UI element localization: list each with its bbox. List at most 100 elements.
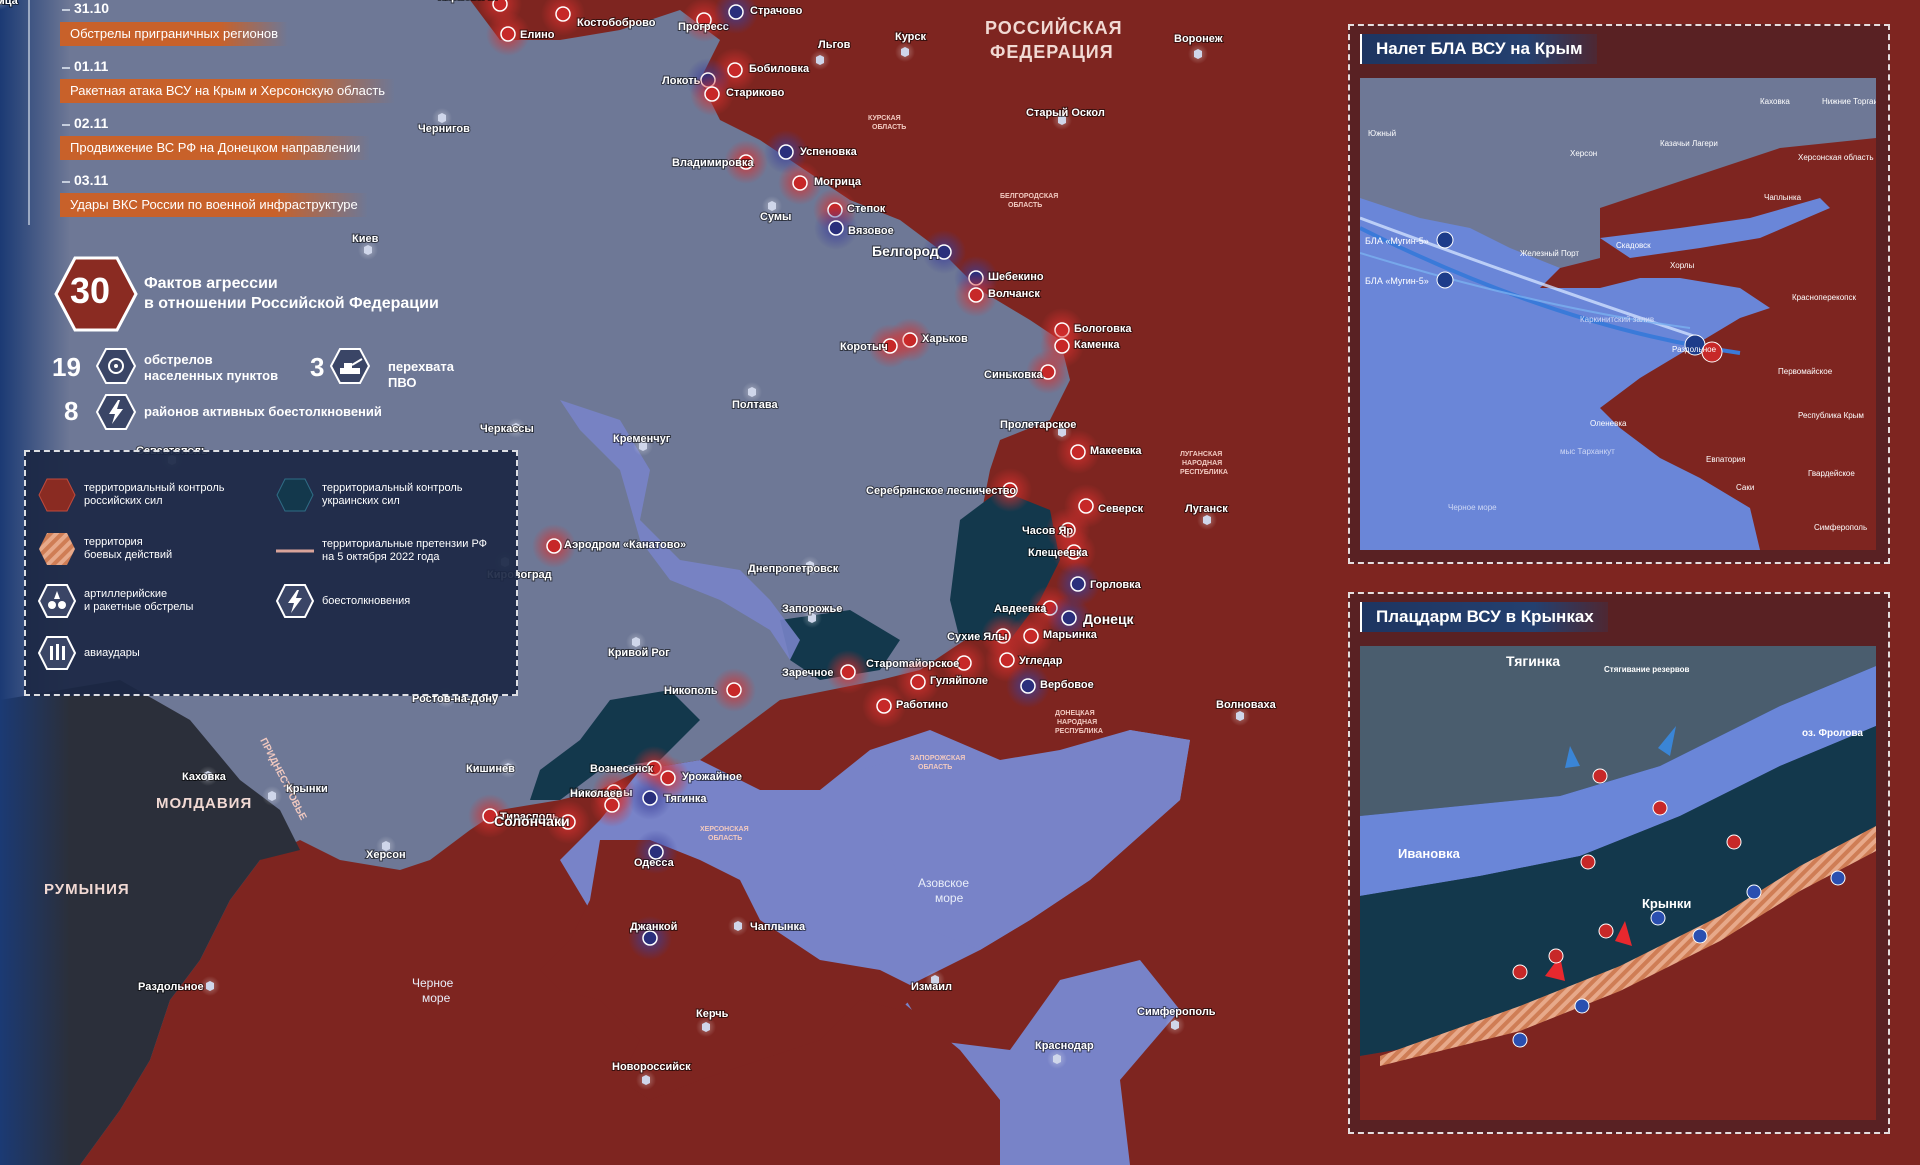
artillery-icon xyxy=(38,584,76,618)
uav-icon xyxy=(1436,271,1454,289)
city-label: Солончаки xyxy=(494,813,570,829)
intercept-count: 3 xyxy=(310,352,325,382)
region-kursk-2: ОБЛАСТЬ xyxy=(872,124,906,131)
artillery-icon[interactable] xyxy=(1726,834,1742,850)
artillery-icon[interactable] xyxy=(1512,964,1528,980)
timeline-date: 01.11 xyxy=(74,58,109,74)
infographic: { "timeline": [ {"date": "31.10", "text"… xyxy=(0,0,1920,1165)
legend-ru-control: территориальный контроль российских сил xyxy=(38,478,224,512)
airstrike-icon[interactable] xyxy=(1692,928,1708,944)
city-dot xyxy=(702,1022,710,1032)
artillery-icon[interactable] xyxy=(1548,948,1564,964)
artillery-icon[interactable] xyxy=(1592,768,1608,784)
legend-claims: территориальные претензии РФ на 5 октября… xyxy=(276,538,487,564)
legend-label: авиаудары xyxy=(84,646,140,659)
city-label: Марьинка xyxy=(1043,629,1098,641)
artillery-icon xyxy=(876,698,892,714)
label-azov-2: море xyxy=(935,891,964,905)
inset-place-label: Черное море xyxy=(1448,503,1497,512)
region-kherson-1: ХЕРСОНСКАЯ xyxy=(700,826,749,833)
city-label: Стариково xyxy=(726,87,785,99)
city-label: Работино xyxy=(896,699,948,711)
city-label: Коротыч xyxy=(840,341,888,353)
city-label: Измаил xyxy=(911,981,952,993)
city-label: Белгород xyxy=(872,243,939,259)
city-label: Винница xyxy=(0,0,19,7)
inset-place-label: Скадовск xyxy=(1616,241,1651,250)
city-dot xyxy=(1194,49,1202,59)
region-belgorod-1: БЕЛГОРОДСКАЯ xyxy=(1000,193,1058,200)
airstrike-icon[interactable] xyxy=(1650,910,1666,926)
city-label: Крынки xyxy=(286,783,328,795)
city-label: Харьков xyxy=(922,333,968,345)
city-label: Бобиловка xyxy=(749,63,810,75)
city-label: Костобоброво xyxy=(577,17,656,29)
airstrike-icon xyxy=(38,636,76,670)
inset-place-label: Стягивание резервов xyxy=(1604,665,1690,674)
region-luhansk-2: НАРОДНАЯ xyxy=(1182,460,1222,467)
city-dot xyxy=(816,55,824,65)
timeline-tick xyxy=(62,67,70,69)
artillery-icon[interactable] xyxy=(1598,923,1614,939)
city-marker[interactable]: Одесса xyxy=(633,830,678,874)
city-label: Горловка xyxy=(1090,579,1142,591)
inset-place-label: Республика Крым xyxy=(1798,411,1864,420)
city-label: Новороссийск xyxy=(612,1061,691,1073)
artillery-icon[interactable] xyxy=(1652,800,1668,816)
inset-place-label: Хорлы xyxy=(1670,261,1695,270)
artillery-icon xyxy=(840,664,856,680)
inset-krynki-title: Плацдарм ВСУ в Крынках xyxy=(1360,602,1608,632)
inset-place-label: Херсонская область xyxy=(1798,153,1874,162)
target-icon xyxy=(96,348,136,384)
inset-place-label: Гвардейское xyxy=(1808,469,1855,478)
timeline-axis xyxy=(28,0,30,225)
ua-control-swatch xyxy=(276,478,314,512)
legend-label: территория xyxy=(84,536,143,548)
label-moldova: МОЛДАВИЯ xyxy=(156,795,252,812)
city-label: Воронеж xyxy=(1174,33,1223,45)
airstrike-icon[interactable] xyxy=(1574,998,1590,1014)
city-label: Чернигов xyxy=(418,123,470,135)
label-russia-2: ФЕДЕРАЦИЯ xyxy=(990,42,1114,62)
inset-place-label: Чаплынка xyxy=(1764,193,1802,202)
inset-place-label: Нижние Торгаи xyxy=(1822,97,1876,106)
city-label: Урожайное xyxy=(682,771,742,783)
artillery-icon xyxy=(792,175,808,191)
city-dot xyxy=(268,791,276,801)
legend-clashes: боестолкновения xyxy=(276,584,410,618)
airstrike-icon[interactable] xyxy=(1512,1032,1528,1048)
city-label: Сумы xyxy=(760,211,791,223)
timeline-date: 03.11 xyxy=(74,172,109,188)
city-label: Льгов xyxy=(818,39,851,51)
city-label: Северск xyxy=(1098,503,1144,515)
legend-label: артиллерийские xyxy=(84,588,168,600)
artillery-icon[interactable] xyxy=(1580,854,1596,870)
airstrike-icon xyxy=(936,244,952,260)
city-label: Елино xyxy=(520,29,555,41)
legend-label: украинских сил xyxy=(322,495,400,507)
uav-label: БЛА «Мугин-5» xyxy=(1365,236,1429,246)
city-label: Никополь xyxy=(664,685,718,697)
city-label: Синьковка xyxy=(984,369,1043,381)
city-dot xyxy=(438,113,446,123)
city-label: Краснодар xyxy=(1035,1040,1094,1052)
shelling-count: 19 xyxy=(52,352,81,382)
city-label: Заречное xyxy=(782,667,833,679)
city-label: Полтава xyxy=(732,399,778,411)
artillery-icon xyxy=(726,682,742,698)
city-label: Херсон xyxy=(366,849,406,861)
artillery-icon xyxy=(500,26,516,42)
city-label: Гуляйполе xyxy=(930,675,988,687)
inset-place-label: Саки xyxy=(1736,483,1754,492)
airstrike-icon[interactable] xyxy=(1830,870,1846,886)
timeline-tick xyxy=(62,124,70,126)
city-label: Пролетарское xyxy=(1000,419,1076,431)
city-label: Запорожье xyxy=(782,603,842,615)
shelling-label-1: обстрелов xyxy=(144,352,213,367)
ru-control-swatch xyxy=(38,478,76,512)
legend-label: российских сил xyxy=(84,495,163,507)
airstrike-icon xyxy=(778,144,794,160)
airstrike-icon[interactable] xyxy=(1746,884,1762,900)
label-romania: РУМЫНИЯ xyxy=(44,881,130,898)
city-label: Киев xyxy=(352,233,379,245)
